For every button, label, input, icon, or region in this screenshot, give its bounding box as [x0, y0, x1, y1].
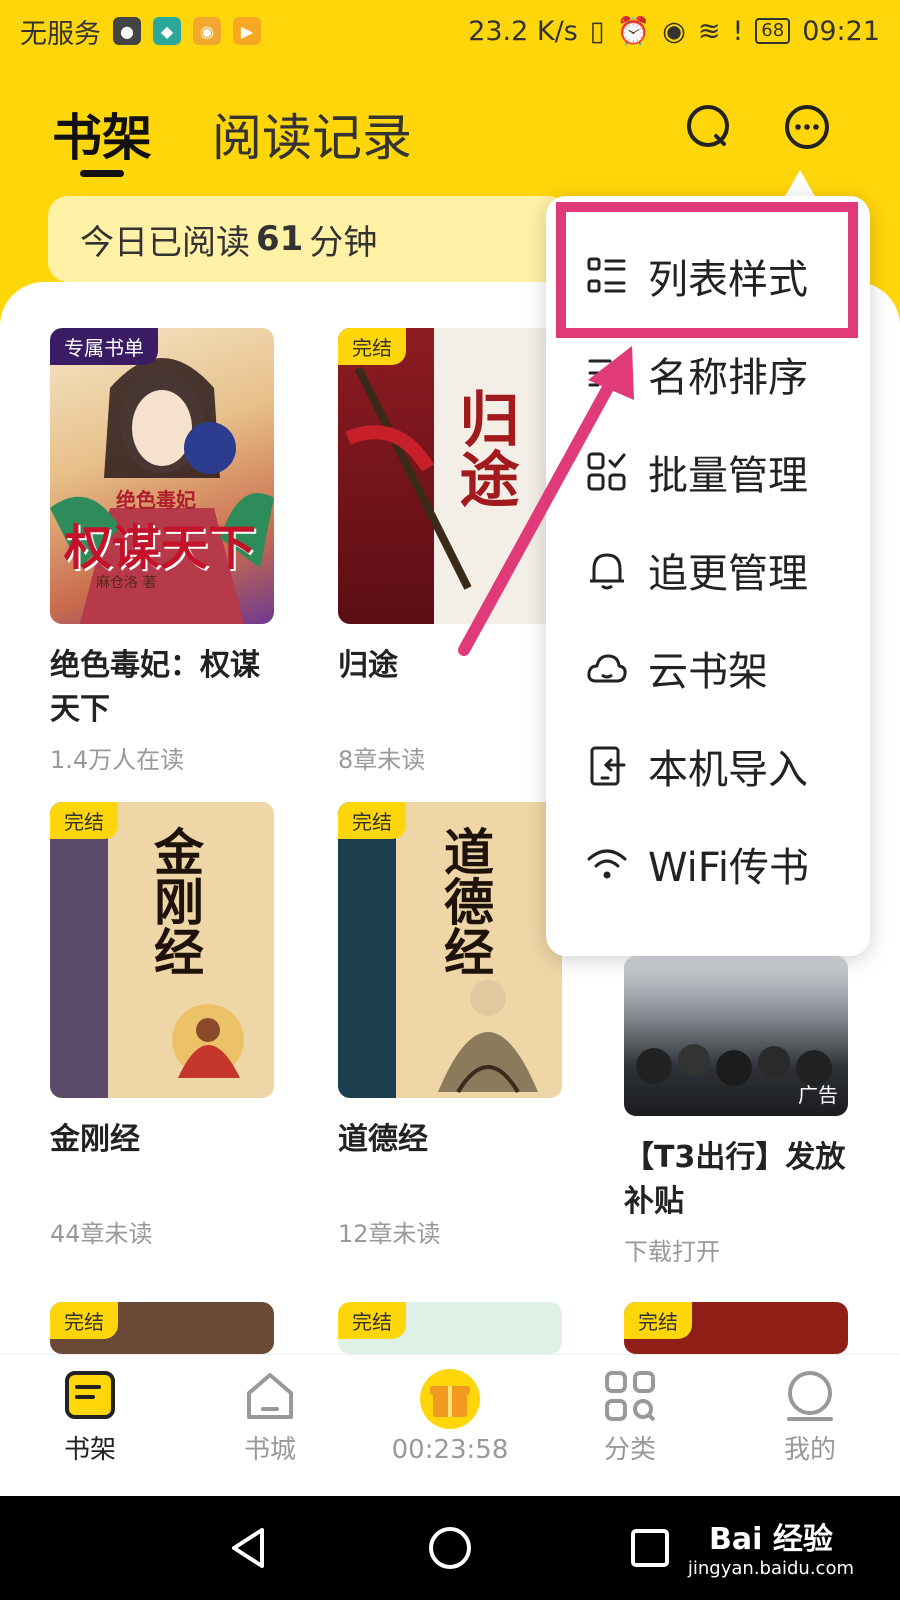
annotation-arrow — [458, 346, 634, 656]
